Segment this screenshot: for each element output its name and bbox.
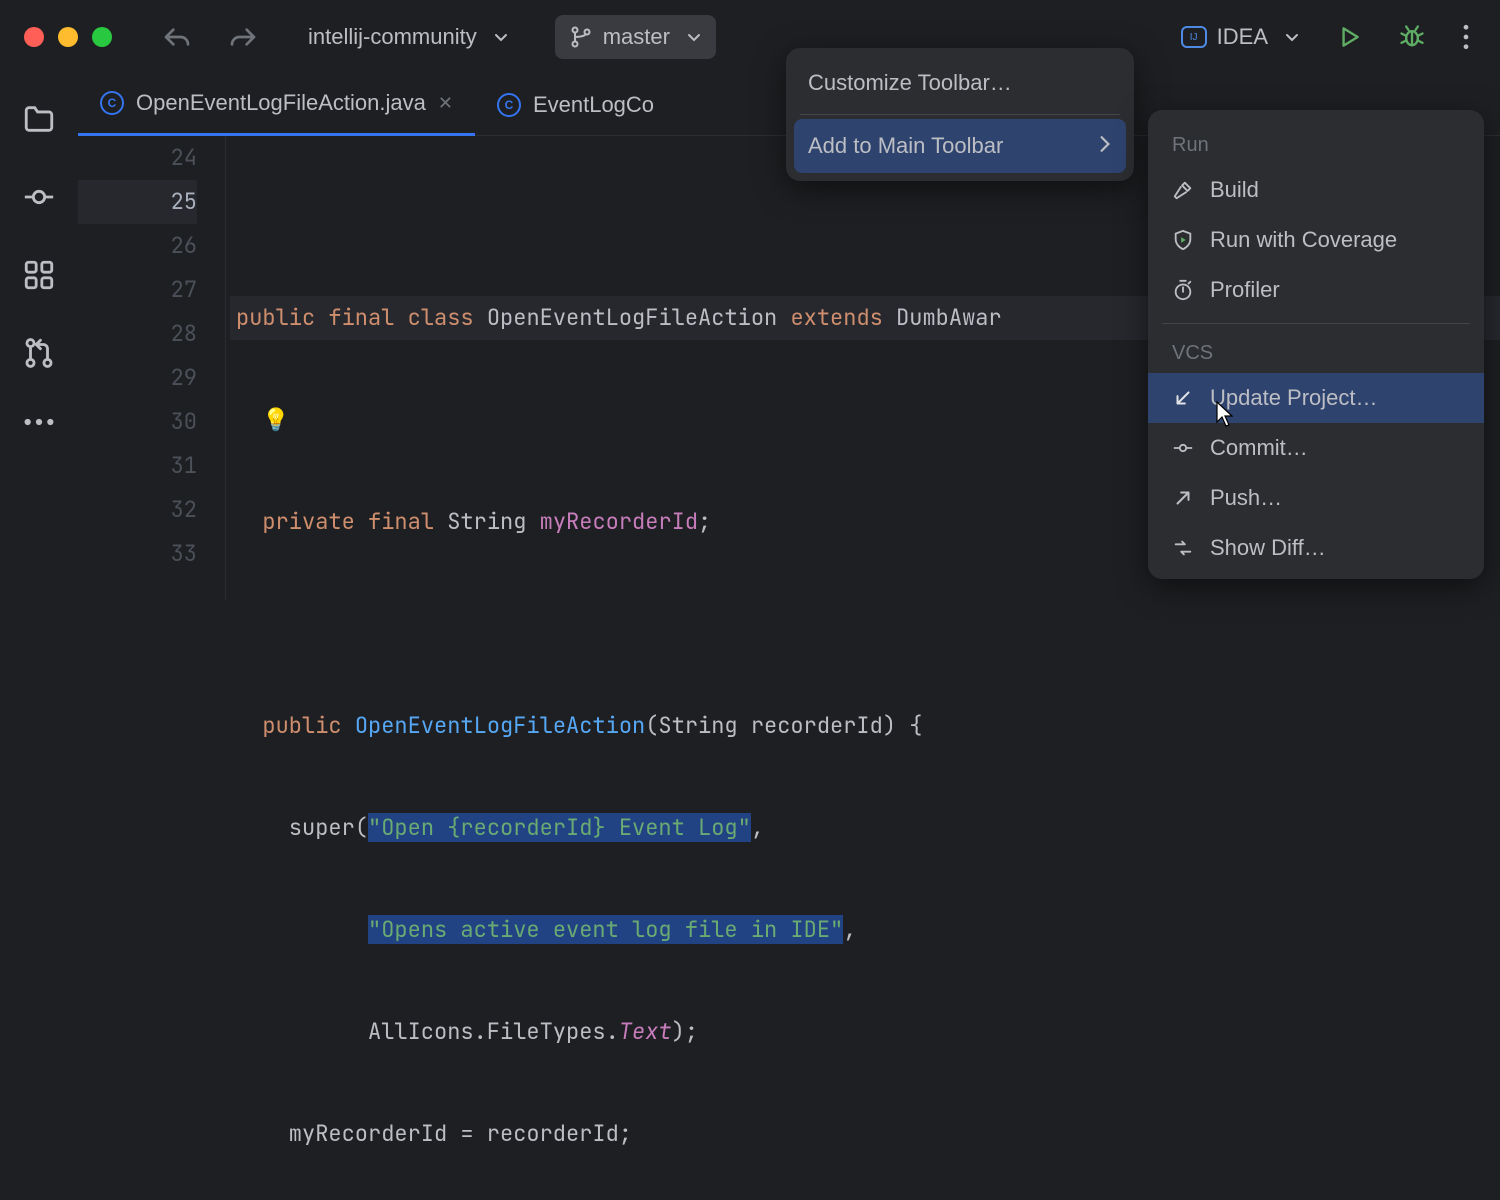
action-commit[interactable]: Commit…: [1148, 423, 1484, 473]
line-number: 32: [78, 488, 197, 532]
java-file-icon: C: [497, 93, 521, 117]
arrow-up-right-icon: [1170, 487, 1196, 509]
shield-play-icon: [1170, 229, 1196, 251]
zoom-window-icon[interactable]: [92, 27, 112, 47]
run-config-name: IDEA: [1217, 24, 1268, 50]
line-number: 24: [78, 136, 197, 180]
play-icon: [1336, 24, 1362, 50]
tab-label: OpenEventLogFileAction.java: [136, 90, 426, 116]
code-line: [230, 602, 1500, 646]
project-selector[interactable]: intellij-community: [294, 15, 523, 59]
arrow-down-left-icon: [1170, 387, 1196, 409]
code-line: "Opens active event log file in IDE",: [230, 908, 1500, 952]
code-line: AllIcons.FileTypes.Text);: [230, 1010, 1500, 1054]
tab-active[interactable]: C OpenEventLogFileAction.java ✕: [78, 74, 475, 136]
tab-label: EventLogCo: [533, 92, 654, 118]
add-action-chooser: Run Build Run with Coverage Profiler VCS…: [1148, 110, 1484, 579]
action-build[interactable]: Build: [1148, 165, 1484, 215]
chevron-down-icon: [1284, 29, 1300, 45]
hammer-icon: [1170, 179, 1196, 201]
titlebar: intellij-community master IJ IDEA: [0, 0, 1500, 74]
redo-button[interactable]: [214, 15, 272, 59]
menu-item-add-to-main-toolbar[interactable]: Add to Main Toolbar: [794, 119, 1126, 173]
chevron-right-icon: [1098, 133, 1112, 159]
pull-requests-tool-icon[interactable]: [22, 336, 56, 370]
structure-tool-icon[interactable]: [22, 258, 56, 292]
branch-icon: [569, 25, 593, 49]
section-header-vcs: VCS: [1148, 332, 1484, 373]
more-button[interactable]: [1448, 15, 1484, 59]
toolbar-context-menu: Customize Toolbar… Add to Main Toolbar: [786, 48, 1134, 181]
window-controls: [24, 27, 112, 47]
action-show-diff[interactable]: Show Diff…: [1148, 523, 1484, 573]
close-window-icon[interactable]: [24, 27, 44, 47]
code-line: super("Open {recorderId} Event Log",: [230, 806, 1500, 850]
more-tools-icon[interactable]: [22, 414, 56, 448]
action-push[interactable]: Push…: [1148, 473, 1484, 523]
action-run-coverage[interactable]: Run with Coverage: [1148, 215, 1484, 265]
line-number: 27: [78, 268, 197, 312]
undo-button[interactable]: [148, 15, 206, 59]
kebab-icon: [1462, 24, 1470, 50]
idea-badge-icon: IJ: [1181, 26, 1207, 48]
chevron-down-icon: [686, 29, 702, 45]
tool-stripe-left: [0, 74, 78, 600]
action-profiler[interactable]: Profiler: [1148, 265, 1484, 315]
run-config-selector[interactable]: IJ IDEA: [1167, 15, 1314, 59]
branch-name: master: [603, 24, 670, 50]
minimize-window-icon[interactable]: [58, 27, 78, 47]
debug-button[interactable]: [1384, 15, 1440, 59]
intention-bulb-icon[interactable]: 💡: [262, 405, 289, 434]
commit-tool-icon[interactable]: [22, 180, 56, 214]
menu-separator: [1162, 323, 1470, 324]
diff-arrows-icon: [1170, 537, 1196, 559]
run-button[interactable]: [1322, 15, 1376, 59]
code-line: public OpenEventLogFileAction(String rec…: [230, 704, 1500, 748]
branch-selector[interactable]: master: [555, 15, 716, 59]
project-name: intellij-community: [308, 24, 477, 50]
chevron-down-icon: [493, 29, 509, 45]
gutter: 24 25 26 27 28 29 30 31 32 33: [78, 136, 226, 600]
line-number: 29: [78, 356, 197, 400]
line-number: 26: [78, 224, 197, 268]
menu-item-customize-toolbar[interactable]: Customize Toolbar…: [786, 56, 1134, 110]
line-number: 31: [78, 444, 197, 488]
close-icon[interactable]: ✕: [438, 93, 453, 114]
section-header-run: Run: [1148, 124, 1484, 165]
bug-icon: [1398, 23, 1426, 51]
action-update-project[interactable]: Update Project…: [1148, 373, 1484, 423]
stopwatch-icon: [1170, 279, 1196, 301]
line-number: 30: [78, 400, 197, 444]
project-tool-icon[interactable]: [22, 102, 56, 136]
code-line: myRecorderId = recorderId;: [230, 1112, 1500, 1156]
java-file-icon: C: [100, 91, 124, 115]
commit-icon: [1170, 437, 1196, 459]
line-number: 33: [78, 532, 197, 576]
menu-separator: [800, 114, 1120, 115]
tab-inactive[interactable]: C EventLogCo: [475, 74, 676, 136]
line-number: 28: [78, 312, 197, 356]
line-number-current: 25: [78, 180, 197, 224]
